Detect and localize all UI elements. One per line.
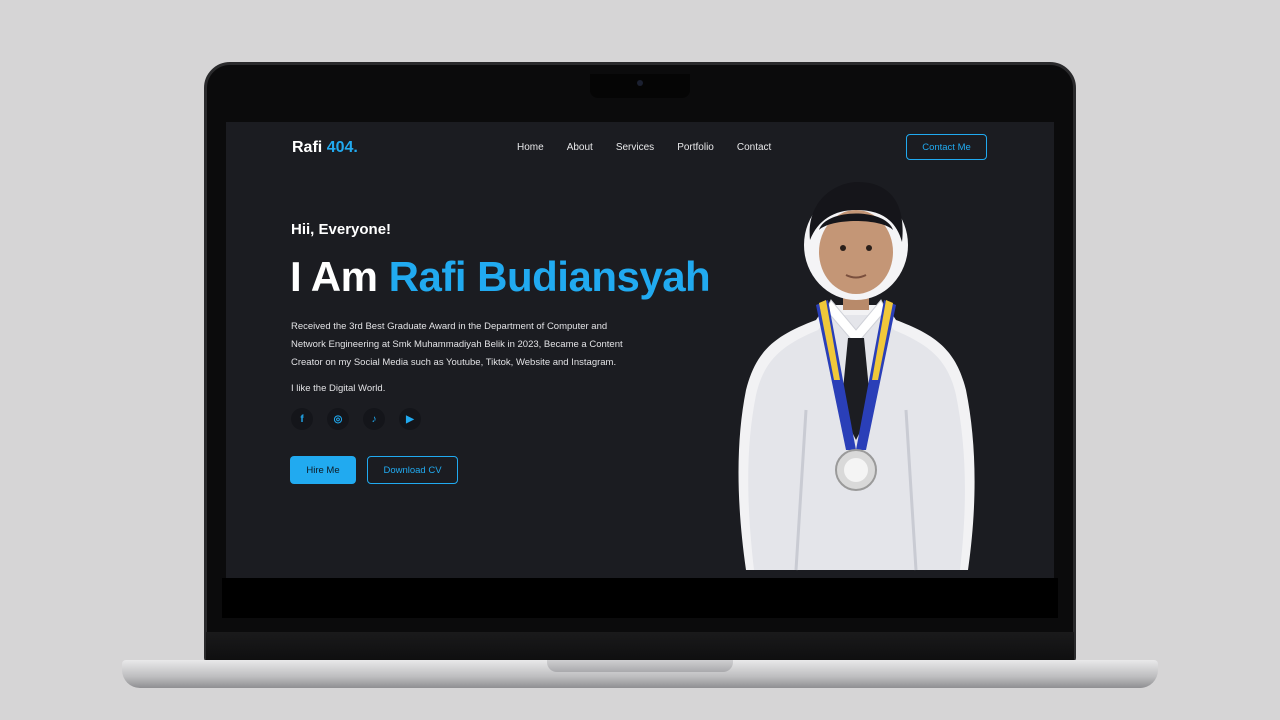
instagram-icon[interactable]: ◎ (327, 408, 349, 430)
headline-name: Rafi Budiansyah (388, 253, 711, 300)
laptop-hinge (206, 632, 1074, 660)
nav-item-about[interactable]: About (567, 142, 593, 153)
download-cv-button[interactable]: Download CV (367, 456, 458, 484)
nav-item-services[interactable]: Services (616, 142, 654, 153)
headline-prefix: I Am (290, 253, 378, 300)
screen-bottom-bezel (222, 578, 1058, 618)
profile-photo (738, 182, 975, 571)
hero-greeting: Hii, Everyone! (291, 221, 392, 238)
nav-item-portfolio[interactable]: Portfolio (677, 142, 714, 153)
nav-item-contact[interactable]: Contact (737, 142, 771, 153)
camera-icon (637, 80, 643, 86)
site-logo[interactable]: Rafi 404. (292, 139, 358, 157)
laptop-opening-notch (547, 660, 733, 672)
logo-name: Rafi (292, 139, 323, 156)
hero-description: Received the 3rd Best Graduate Award in … (291, 321, 623, 368)
facebook-icon[interactable]: f (291, 408, 313, 430)
tiktok-icon[interactable]: ♪ (363, 408, 385, 430)
website-screen: Rafi 404. Home About Services Portfolio … (226, 122, 1054, 578)
logo-accent: 404. (326, 139, 358, 156)
laptop-notch (590, 74, 690, 98)
hero-tagline: I like the Digital World. (291, 383, 386, 394)
youtube-icon[interactable]: ▶ (399, 408, 421, 430)
nav-item-home[interactable]: Home (517, 142, 544, 153)
main-nav: Home About Services Portfolio Contact (517, 142, 771, 153)
social-links: f ◎ ♪ ▶ (291, 408, 421, 430)
contact-me-button[interactable]: Contact Me (906, 134, 987, 160)
hire-me-button[interactable]: Hire Me (290, 456, 356, 484)
hero-headline: I Am Rafi Budiansyah (290, 253, 711, 301)
